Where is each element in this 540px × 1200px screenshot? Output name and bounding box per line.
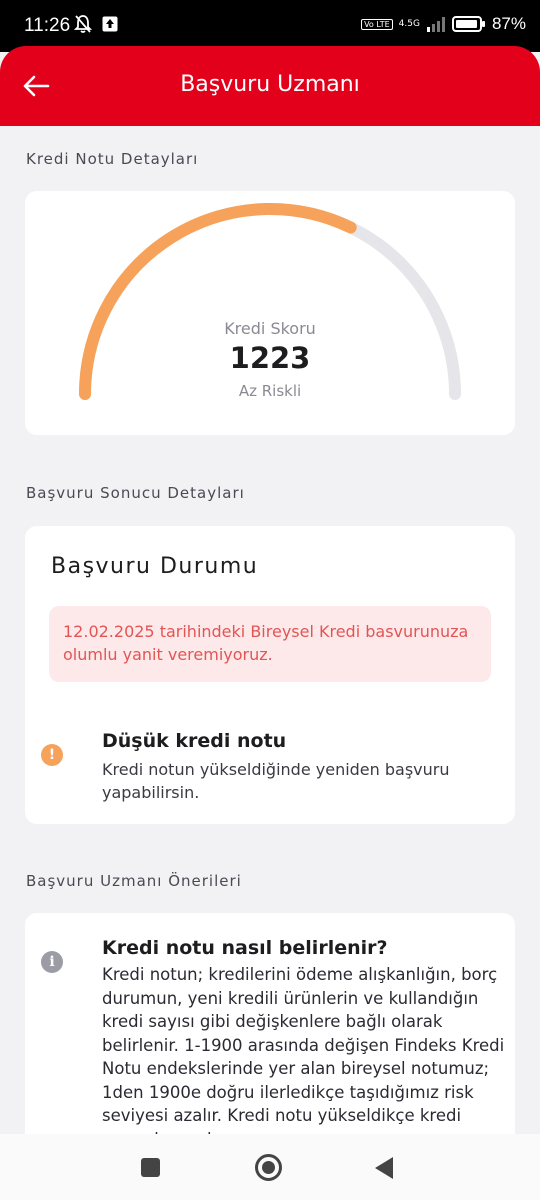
status-bar: 11:26 Vo LTE 4.5G 87% — [0, 0, 540, 52]
risk-level: Az Riskli — [238, 382, 302, 400]
page-title: Başvuru Uzmanı — [180, 72, 360, 97]
app-header: Başvuru Uzmanı — [0, 46, 540, 126]
advice-title: Kredi notu nasıl belirlenir? — [102, 937, 388, 959]
reason-text: Kredi notun yükseldiğinde yeniden başvur… — [102, 760, 450, 802]
recent-apps-button[interactable] — [141, 1158, 160, 1177]
battery-icon — [451, 16, 485, 32]
credit-gauge: Kredi Skoru 1223 Az Riskli — [25, 191, 515, 435]
warning-icon: ! — [41, 744, 63, 766]
advice-text: Kredi notun; kredilerini ödeme alışkanlı… — [102, 965, 505, 1149]
battery-percent: 87% — [491, 14, 526, 33]
signal-icon — [426, 17, 445, 32]
system-nav-bar — [0, 1134, 540, 1200]
status-time: 11:26 — [24, 15, 71, 36]
network-type: 4.5G — [398, 18, 420, 29]
credit-section-label: Kredi Notu Detayları — [26, 150, 199, 168]
advice-section-label: Başvuru Uzmanı Önerileri — [26, 872, 242, 890]
status-right-icons: Vo LTE 4.5G 87% — [361, 14, 526, 34]
status-left-icons — [74, 14, 118, 34]
upload-icon — [102, 16, 118, 32]
credit-score-card: Kredi Skoru 1223 Az Riskli — [25, 191, 515, 435]
volte-icon: Vo LTE — [361, 18, 393, 30]
gauge-title: Kredi Skoru — [224, 319, 316, 338]
bell-off-icon — [74, 15, 92, 33]
reason-title: Düşük kredi notu — [102, 730, 287, 752]
credit-score-value: 1223 — [229, 341, 311, 375]
rejection-alert: 12.02.2025 tarihindeki Bireysel Kredi ba… — [49, 606, 491, 682]
info-icon: i — [41, 951, 63, 973]
home-button[interactable] — [255, 1154, 282, 1181]
back-nav-button[interactable] — [375, 1157, 393, 1179]
application-status-title: Başvuru Durumu — [51, 554, 259, 579]
application-status-card: Başvuru Durumu 12.02.2025 tarihindeki Bi… — [25, 526, 515, 824]
result-section-label: Başvuru Sonucu Detayları — [26, 484, 245, 502]
